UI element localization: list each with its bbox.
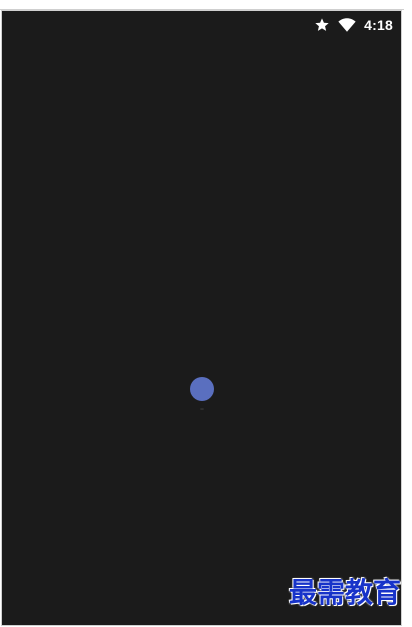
status-clock: 4:18 (364, 17, 393, 33)
star-icon (314, 17, 330, 33)
loading-indicator-dot (190, 377, 214, 401)
watermark-text: 最需教育 (288, 576, 401, 609)
loading-indicator-shadow (200, 408, 204, 410)
wifi-icon (338, 17, 356, 33)
status-bar: 4:18 (314, 11, 401, 39)
device-screen: 4:18 最需教育 (1, 10, 402, 626)
